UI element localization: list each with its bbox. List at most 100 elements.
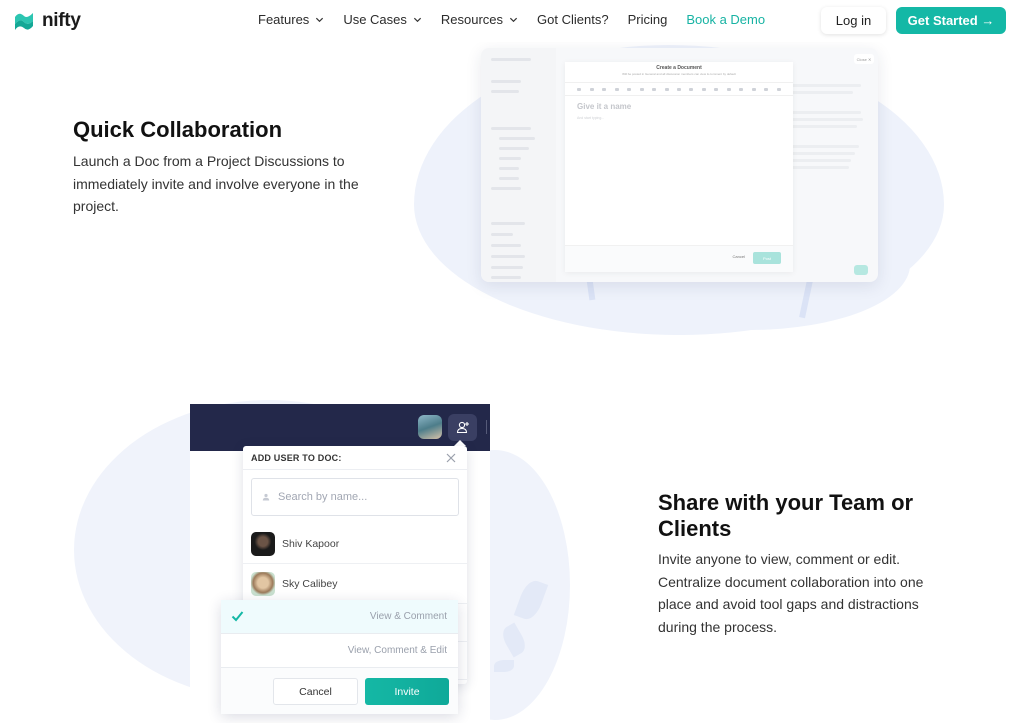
check-icon (231, 611, 244, 622)
logo[interactable]: nifty (12, 9, 81, 33)
sidebar-placeholder (491, 187, 521, 190)
modal-title: Create a Document (656, 65, 702, 71)
text-placeholder (791, 145, 859, 148)
heading3-icon (602, 87, 607, 91)
sidebar-placeholder (491, 90, 519, 93)
nav-pricing-label: Pricing (627, 12, 668, 27)
nav-got-clients[interactable]: Got Clients? (537, 12, 609, 27)
get-started-button[interactable]: Get Started → (896, 7, 1006, 34)
quote-icon (739, 87, 744, 91)
sidebar-placeholder (499, 157, 521, 160)
top-nav: nifty Features Use Cases Resources Got C… (0, 0, 1024, 42)
user-name: Sky Calibey (282, 577, 338, 590)
permission-label: View, Comment & Edit (347, 645, 447, 656)
create-document-mockup: Close ✕ Create a Document Will be posted… (481, 48, 878, 282)
section-title: Share with your Team or Clients (658, 490, 914, 541)
bold-icon (627, 87, 632, 91)
login-button[interactable]: Log in (821, 7, 886, 34)
doc-header-bar (190, 404, 490, 451)
sidebar-placeholder (491, 266, 523, 269)
divider (486, 420, 487, 434)
user-list-item[interactable]: Sky Calibey (243, 564, 467, 604)
close-icon[interactable] (445, 452, 457, 464)
user-list-item[interactable]: Shiv Kapoor (243, 524, 467, 564)
create-document-modal: Create a Document Will be posted in Gene… (565, 62, 793, 272)
sidebar-placeholder (491, 222, 525, 225)
decorative-leaf (494, 660, 514, 672)
nav-use-cases[interactable]: Use Cases (343, 12, 422, 27)
modal-footer: Cancel Post (565, 245, 793, 272)
heading2-icon (589, 87, 594, 91)
popover-header: ADD USER TO DOC: (243, 446, 467, 470)
paragraph-icon (614, 87, 619, 91)
cancel-button[interactable]: Cancel (273, 678, 358, 705)
user-icon (262, 493, 270, 501)
permission-view-comment[interactable]: View & Comment (221, 600, 458, 634)
sidebar-placeholder (491, 127, 531, 130)
underline-icon (652, 87, 657, 91)
section-description: Invite anyone to view, comment or edit. … (658, 551, 924, 635)
sidebar-placeholder (499, 147, 529, 150)
text-placeholder (791, 125, 857, 128)
sidebar-placeholder (499, 177, 519, 180)
image-icon (689, 87, 694, 91)
mockup-sidebar (481, 48, 556, 282)
nav-features[interactable]: Features (258, 12, 324, 27)
permission-dropdown: View & Comment View, Comment & Edit Canc… (221, 600, 458, 714)
numbered-list-icon (726, 87, 731, 91)
modal-post-button: Post (753, 252, 781, 264)
logo-text: nifty (42, 10, 81, 31)
bullet-list-icon (714, 87, 719, 91)
user-name: Shiv Kapoor (282, 537, 340, 550)
modal-cancel-button: Cancel (732, 254, 745, 259)
text-placeholder (791, 118, 863, 121)
send-icon (854, 265, 868, 275)
sidebar-placeholder (491, 244, 521, 247)
nav-book-demo[interactable]: Book a Demo (686, 12, 765, 27)
text-placeholder (791, 84, 861, 87)
popover-title: ADD USER TO DOC: (251, 453, 342, 463)
section-title: Quick Collaboration (73, 117, 283, 142)
sidebar-placeholder (491, 276, 521, 279)
text-placeholder (791, 91, 853, 94)
nav-use-cases-label: Use Cases (343, 12, 407, 27)
table-icon (701, 87, 706, 91)
nav-resources-label: Resources (440, 12, 504, 27)
sidebar-placeholder (499, 137, 535, 140)
heading1-icon (577, 87, 582, 91)
text-placeholder (791, 152, 855, 155)
sidebar-placeholder (491, 58, 531, 61)
avatar (251, 531, 275, 556)
editor-toolbar (565, 82, 793, 96)
emoji-icon (776, 87, 781, 91)
italic-icon (639, 87, 644, 91)
add-user-icon (456, 421, 469, 434)
modal-subtitle: Will be posted in General and all discus… (622, 72, 736, 76)
chevron-down-icon (509, 17, 518, 23)
chevron-down-icon (316, 17, 324, 23)
code-icon (764, 87, 769, 91)
text-placeholder (791, 111, 861, 114)
avatar[interactable] (418, 415, 442, 439)
nav-resources[interactable]: Resources (441, 12, 518, 27)
search-input[interactable] (278, 491, 448, 503)
sidebar-placeholder (491, 233, 513, 236)
text-placeholder (791, 159, 851, 162)
mockup-close-button: Close ✕ (854, 54, 874, 64)
chevron-down-icon (413, 17, 421, 23)
section-description: Launch a Doc from a Project Discussions … (73, 153, 359, 214)
embed-icon (751, 87, 756, 91)
invite-button[interactable]: Invite (365, 678, 449, 705)
permission-view-comment-edit[interactable]: View, Comment & Edit (221, 634, 458, 668)
sidebar-placeholder (491, 80, 521, 83)
link-icon (676, 87, 681, 91)
nav-pricing[interactable]: Pricing (628, 12, 668, 27)
sidebar-placeholder (499, 167, 519, 170)
doc-name-placeholder: Give it a name (577, 102, 632, 111)
add-user-button[interactable] (448, 414, 477, 441)
strikethrough-icon (664, 87, 669, 91)
search-field[interactable] (251, 478, 459, 516)
nav-got-clients-label: Got Clients? (537, 12, 609, 27)
nifty-logo-icon (15, 13, 33, 30)
nav-book-demo-label: Book a Demo (686, 12, 766, 27)
